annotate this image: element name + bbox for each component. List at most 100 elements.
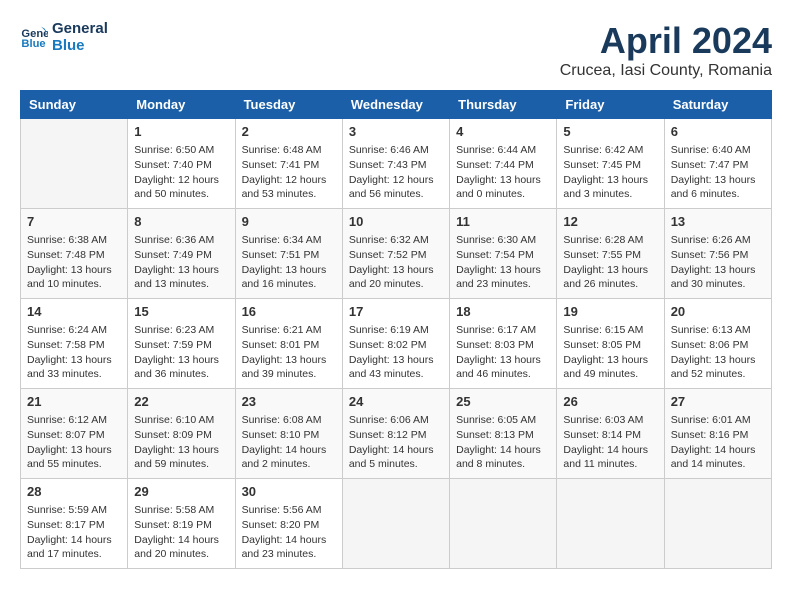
- day-info: Sunrise: 6:15 AMSunset: 8:05 PMDaylight:…: [563, 323, 657, 382]
- day-number: 4: [456, 123, 550, 141]
- day-number: 17: [349, 303, 443, 321]
- day-number: 24: [349, 393, 443, 411]
- logo-general: General: [52, 20, 108, 37]
- day-info: Sunrise: 6:46 AMSunset: 7:43 PMDaylight:…: [349, 143, 443, 202]
- day-number: 26: [563, 393, 657, 411]
- calendar-cell: [557, 479, 664, 569]
- calendar-cell: 13Sunrise: 6:26 AMSunset: 7:56 PMDayligh…: [664, 209, 771, 299]
- month-title: April 2024: [560, 20, 772, 62]
- day-number: 8: [134, 213, 228, 231]
- day-info: Sunrise: 6:10 AMSunset: 8:09 PMDaylight:…: [134, 413, 228, 472]
- logo-blue: Blue: [52, 37, 108, 54]
- weekday-header-sunday: Sunday: [21, 91, 128, 119]
- day-info: Sunrise: 6:34 AMSunset: 7:51 PMDaylight:…: [242, 233, 336, 292]
- calendar-cell: 14 Sunrise: 6:24 AMSunset: 7:58 PMDayligh…: [21, 299, 128, 389]
- day-info: Sunrise: 6:32 AMSunset: 7:52 PMDaylight:…: [349, 233, 443, 292]
- day-info: Sunrise: 6:13 AMSunset: 8:06 PMDaylight:…: [671, 323, 765, 382]
- calendar-cell: 12 Sunrise: 6:28 AMSunset: 7:55 PMDayligh…: [557, 209, 664, 299]
- day-info: Sunrise: 6:36 AMSunset: 7:49 PMDaylight:…: [134, 233, 228, 292]
- logo-icon: General Blue: [20, 23, 48, 51]
- weekday-header-friday: Friday: [557, 91, 664, 119]
- day-number: 21: [27, 393, 121, 411]
- calendar-week-row: 28Sunrise: 5:59 AMSunset: 8:17 PMDayligh…: [21, 479, 772, 569]
- day-info: Sunrise: 6:50 AMSunset: 7:40 PMDaylight:…: [134, 143, 228, 202]
- calendar-cell: 6 Sunrise: 6:40 AMSunset: 7:47 PMDaylight…: [664, 119, 771, 209]
- calendar-cell: 20 Sunrise: 6:13 AMSunset: 8:06 PMDayligh…: [664, 299, 771, 389]
- calendar-cell: 30 Sunrise: 5:56 AMSunset: 8:20 PMDayligh…: [235, 479, 342, 569]
- page-header: General Blue General Blue April 2024 Cru…: [20, 20, 772, 80]
- day-number: 3: [349, 123, 443, 141]
- title-area: April 2024 Crucea, Iasi County, Romania: [560, 20, 772, 80]
- weekday-header-thursday: Thursday: [450, 91, 557, 119]
- calendar-cell: 25Sunrise: 6:05 AMSunset: 8:13 PMDayligh…: [450, 389, 557, 479]
- day-number: 5: [563, 123, 657, 141]
- day-number: 20: [671, 303, 765, 321]
- logo: General Blue General Blue: [20, 20, 108, 54]
- day-info: Sunrise: 6:21 AMSunset: 8:01 PMDaylight:…: [242, 323, 336, 382]
- day-info: Sunrise: 6:44 AMSunset: 7:44 PMDaylight:…: [456, 143, 550, 202]
- weekday-header-tuesday: Tuesday: [235, 91, 342, 119]
- calendar-cell: [21, 119, 128, 209]
- calendar-cell: 26 Sunrise: 6:03 AMSunset: 8:14 PMDayligh…: [557, 389, 664, 479]
- day-info: Sunrise: 6:01 AMSunset: 8:16 PMDaylight:…: [671, 413, 765, 472]
- calendar-cell: 5 Sunrise: 6:42 AMSunset: 7:45 PMDaylight…: [557, 119, 664, 209]
- day-number: 19: [563, 303, 657, 321]
- day-number: 29: [134, 483, 228, 501]
- day-number: 9: [242, 213, 336, 231]
- day-number: 25: [456, 393, 550, 411]
- calendar-cell: 22 Sunrise: 6:10 AMSunset: 8:09 PMDayligh…: [128, 389, 235, 479]
- day-number: 13: [671, 213, 765, 231]
- calendar-cell: 1Sunrise: 6:50 AMSunset: 7:40 PMDaylight…: [128, 119, 235, 209]
- day-info: Sunrise: 6:48 AMSunset: 7:41 PMDaylight:…: [242, 143, 336, 202]
- day-number: 14: [27, 303, 121, 321]
- weekday-header-monday: Monday: [128, 91, 235, 119]
- day-number: 22: [134, 393, 228, 411]
- calendar-table: SundayMondayTuesdayWednesdayThursdayFrid…: [20, 90, 772, 569]
- weekday-header-wednesday: Wednesday: [342, 91, 449, 119]
- calendar-cell: 19 Sunrise: 6:15 AMSunset: 8:05 PMDayligh…: [557, 299, 664, 389]
- calendar-cell: 21 Sunrise: 6:12 AMSunset: 8:07 PMDayligh…: [21, 389, 128, 479]
- calendar-week-row: 1Sunrise: 6:50 AMSunset: 7:40 PMDaylight…: [21, 119, 772, 209]
- calendar-cell: 10Sunrise: 6:32 AMSunset: 7:52 PMDayligh…: [342, 209, 449, 299]
- day-number: 12: [563, 213, 657, 231]
- calendar-cell: 27Sunrise: 6:01 AMSunset: 8:16 PMDayligh…: [664, 389, 771, 479]
- day-info: Sunrise: 6:23 AMSunset: 7:59 PMDaylight:…: [134, 323, 228, 382]
- calendar-cell: 4 Sunrise: 6:44 AMSunset: 7:44 PMDaylight…: [450, 119, 557, 209]
- calendar-cell: 8 Sunrise: 6:36 AMSunset: 7:49 PMDaylight…: [128, 209, 235, 299]
- day-info: Sunrise: 5:58 AMSunset: 8:19 PMDaylight:…: [134, 503, 228, 562]
- calendar-cell: 7 Sunrise: 6:38 AMSunset: 7:48 PMDaylight…: [21, 209, 128, 299]
- weekday-header-saturday: Saturday: [664, 91, 771, 119]
- day-number: 11: [456, 213, 550, 231]
- calendar-week-row: 7 Sunrise: 6:38 AMSunset: 7:48 PMDaylight…: [21, 209, 772, 299]
- weekday-header-row: SundayMondayTuesdayWednesdayThursdayFrid…: [21, 91, 772, 119]
- calendar-cell: 29 Sunrise: 5:58 AMSunset: 8:19 PMDayligh…: [128, 479, 235, 569]
- calendar-cell: 28Sunrise: 5:59 AMSunset: 8:17 PMDayligh…: [21, 479, 128, 569]
- calendar-cell: 15 Sunrise: 6:23 AMSunset: 7:59 PMDayligh…: [128, 299, 235, 389]
- day-info: Sunrise: 6:30 AMSunset: 7:54 PMDaylight:…: [456, 233, 550, 292]
- day-info: Sunrise: 6:19 AMSunset: 8:02 PMDaylight:…: [349, 323, 443, 382]
- calendar-cell: [342, 479, 449, 569]
- day-number: 7: [27, 213, 121, 231]
- day-info: Sunrise: 6:42 AMSunset: 7:45 PMDaylight:…: [563, 143, 657, 202]
- calendar-cell: [664, 479, 771, 569]
- calendar-cell: 11 Sunrise: 6:30 AMSunset: 7:54 PMDayligh…: [450, 209, 557, 299]
- calendar-week-row: 21 Sunrise: 6:12 AMSunset: 8:07 PMDayligh…: [21, 389, 772, 479]
- calendar-cell: 16Sunrise: 6:21 AMSunset: 8:01 PMDayligh…: [235, 299, 342, 389]
- day-info: Sunrise: 6:40 AMSunset: 7:47 PMDaylight:…: [671, 143, 765, 202]
- day-info: Sunrise: 6:06 AMSunset: 8:12 PMDaylight:…: [349, 413, 443, 472]
- day-info: Sunrise: 6:24 AMSunset: 7:58 PMDaylight:…: [27, 323, 121, 382]
- day-info: Sunrise: 6:28 AMSunset: 7:55 PMDaylight:…: [563, 233, 657, 292]
- day-number: 15: [134, 303, 228, 321]
- day-info: Sunrise: 6:38 AMSunset: 7:48 PMDaylight:…: [27, 233, 121, 292]
- day-number: 30: [242, 483, 336, 501]
- day-number: 18: [456, 303, 550, 321]
- calendar-cell: 3 Sunrise: 6:46 AMSunset: 7:43 PMDaylight…: [342, 119, 449, 209]
- calendar-cell: 9 Sunrise: 6:34 AMSunset: 7:51 PMDaylight…: [235, 209, 342, 299]
- calendar-cell: 17 Sunrise: 6:19 AMSunset: 8:02 PMDayligh…: [342, 299, 449, 389]
- day-info: Sunrise: 6:03 AMSunset: 8:14 PMDaylight:…: [563, 413, 657, 472]
- day-info: Sunrise: 6:12 AMSunset: 8:07 PMDaylight:…: [27, 413, 121, 472]
- day-info: Sunrise: 5:56 AMSunset: 8:20 PMDaylight:…: [242, 503, 336, 562]
- calendar-week-row: 14 Sunrise: 6:24 AMSunset: 7:58 PMDayligh…: [21, 299, 772, 389]
- location-title: Crucea, Iasi County, Romania: [560, 62, 772, 80]
- day-number: 6: [671, 123, 765, 141]
